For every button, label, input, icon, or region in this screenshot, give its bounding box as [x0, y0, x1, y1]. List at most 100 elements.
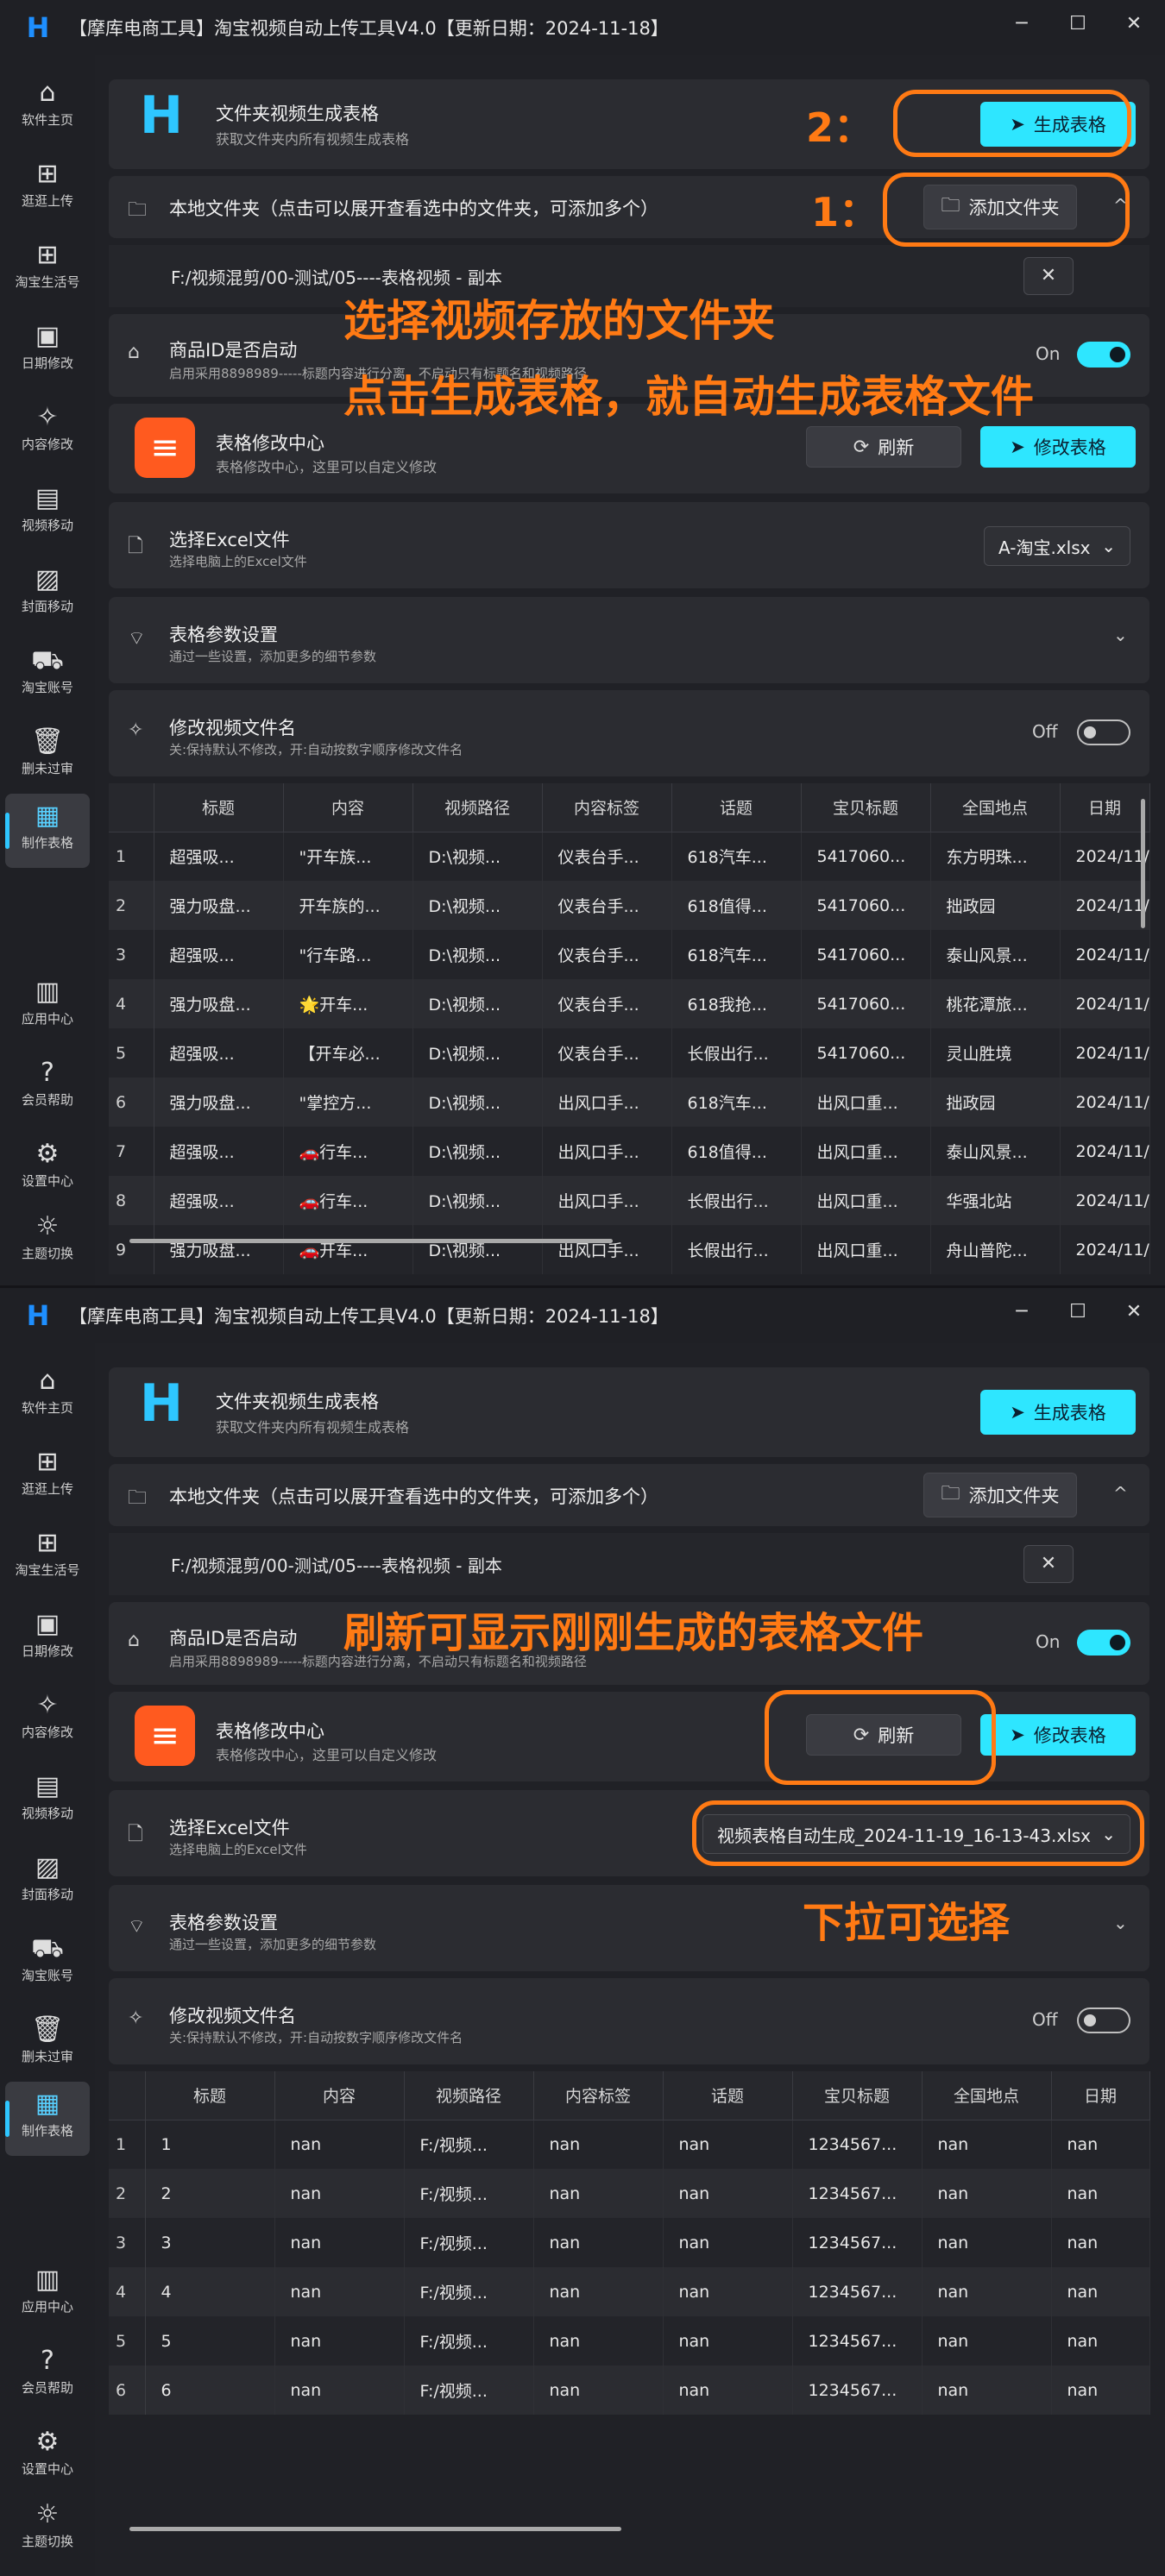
table-cell[interactable]: nan: [274, 2267, 405, 2316]
table-cell[interactable]: 强力吸盘...: [154, 1225, 284, 1274]
table-cell[interactable]: 超强吸...: [154, 832, 284, 881]
table-cell[interactable]: 长假出行...: [671, 1028, 802, 1078]
chevron-down-icon[interactable]: ⌄: [1113, 625, 1128, 645]
table-cell[interactable]: 1234567...: [792, 2366, 923, 2415]
edit-table-button[interactable]: ➤ 修改表格: [980, 426, 1136, 468]
sidebar-item-member-help[interactable]: ? 会员帮助: [5, 2339, 90, 2413]
table-cell[interactable]: nan: [663, 2169, 793, 2218]
table-cell[interactable]: nan: [663, 2120, 793, 2169]
sidebar-item-stroll-upload[interactable]: ⊞ 逛逛上传: [5, 1440, 90, 1514]
sidebar-item-date-edit[interactable]: ▣ 日期修改: [5, 1602, 90, 1676]
table-row[interactable]: 6 6 nan F:/视频... nan nan 1234567... nan nan: [109, 2366, 1150, 2415]
table-cell[interactable]: 1234567...: [792, 2316, 923, 2366]
sidebar-item-life-account[interactable]: ⊞ 淘宝生活号: [5, 1521, 90, 1595]
goods-id-toggle[interactable]: [1077, 342, 1130, 368]
table-cell[interactable]: F:/视频...: [404, 2218, 534, 2267]
sidebar-item-member-help[interactable]: ? 会员帮助: [5, 1051, 90, 1125]
table-cell[interactable]: 2024/11/: [1060, 1225, 1150, 1274]
sidebar-item-video-move[interactable]: ▤ 视频移动: [5, 1764, 90, 1838]
sidebar-item-make-table[interactable]: ▦ 制作表格: [5, 2082, 90, 2156]
table-cell[interactable]: F:/视频...: [404, 2267, 534, 2316]
table-cell[interactable]: 出风口重...: [801, 1078, 931, 1127]
table-row[interactable]: 4 4 nan F:/视频... nan nan 1234567... nan nan: [109, 2267, 1150, 2316]
col-header[interactable]: 宝贝标题: [792, 2071, 923, 2120]
table-row[interactable]: 9 强力吸盘... 🚗开车... D:\视频... 出风口手... 长假出行... 出风口重…: [109, 1225, 1150, 1274]
table-cell[interactable]: nan: [533, 2366, 664, 2415]
table-cell[interactable]: nan: [663, 2218, 793, 2267]
table-cell[interactable]: 开车族的...: [283, 881, 413, 930]
table-cell[interactable]: 2: [145, 2169, 275, 2218]
table-row[interactable]: 1 1 nan F:/视频... nan nan 1234567... nan nan: [109, 2120, 1150, 2169]
col-header[interactable]: 话题: [663, 2071, 793, 2120]
sidebar-item-theme[interactable]: ☼ 主题切换: [5, 2492, 90, 2567]
table-cell[interactable]: nan: [274, 2120, 405, 2169]
remove-folder-button[interactable]: ✕: [1023, 257, 1074, 295]
sidebar-item-date-edit[interactable]: ▣ 日期修改: [5, 314, 90, 388]
table-row[interactable]: 1 超强吸... "开车族... D:\视频... 仪表台手... 618汽车... 541…: [109, 832, 1150, 881]
table-cell[interactable]: 618汽车...: [671, 930, 802, 979]
table-row[interactable]: 6 强力吸盘... "掌控方... D:\视频... 出风口手... 618汽车... 出风…: [109, 1078, 1150, 1127]
maximize-button[interactable]: ☐: [1057, 7, 1099, 41]
table-cell[interactable]: nan: [533, 2169, 664, 2218]
table-cell[interactable]: F:/视频...: [404, 2120, 534, 2169]
table-row[interactable]: 4 强力吸盘... 🌟开车... D:\视频... 仪表台手... 618我抢... 541…: [109, 979, 1150, 1028]
refresh-button[interactable]: ⟳ 刷新: [806, 426, 961, 468]
table-cell[interactable]: D:\视频...: [412, 1078, 543, 1127]
sidebar-item-taobao-account[interactable]: ⛟ 淘宝账号: [5, 638, 90, 713]
table-cell[interactable]: 618汽车...: [671, 832, 802, 881]
col-header[interactable]: 内容标签: [542, 783, 672, 832]
table-cell[interactable]: 1: [145, 2120, 275, 2169]
vertical-scrollbar[interactable]: [1141, 799, 1145, 928]
table-cell[interactable]: nan: [533, 2316, 664, 2366]
table-row[interactable]: 3 超强吸... "行车路... D:\视频... 仪表台手... 618汽车... 541…: [109, 930, 1150, 979]
table-cell[interactable]: 强力吸盘...: [154, 979, 284, 1028]
table-cell[interactable]: nan: [663, 2316, 793, 2366]
horizontal-scrollbar[interactable]: [129, 2527, 621, 2531]
table-cell[interactable]: 桃花潭旅...: [930, 979, 1061, 1028]
add-folder-button[interactable]: 🗀 添加文件夹: [923, 1473, 1077, 1517]
col-header[interactable]: 视频路径: [412, 783, 543, 832]
table-cell[interactable]: 2024/11/: [1060, 930, 1150, 979]
rename-toggle[interactable]: [1077, 2007, 1130, 2033]
table-row[interactable]: 7 超强吸... 🚗行车... D:\视频... 出风口手... 618值得... 出风口重…: [109, 1127, 1150, 1176]
table-cell[interactable]: 长假出行...: [671, 1225, 802, 1274]
table-cell[interactable]: 强力吸盘...: [154, 881, 284, 930]
sidebar-item-cover-move[interactable]: ▨ 封面移动: [5, 1845, 90, 1919]
table-cell[interactable]: F:/视频...: [404, 2316, 534, 2366]
minimize-button[interactable]: ─: [1001, 7, 1042, 41]
goods-id-toggle[interactable]: [1077, 1630, 1130, 1656]
table-cell[interactable]: nan: [274, 2169, 405, 2218]
table-cell[interactable]: 拙政园: [930, 881, 1061, 930]
table-cell[interactable]: 4: [145, 2267, 275, 2316]
table-cell[interactable]: "行车路...: [283, 930, 413, 979]
table-cell[interactable]: 舟山普陀...: [930, 1225, 1061, 1274]
sidebar-item-delete-rejected[interactable]: 🗑 删未过审: [5, 2007, 90, 2082]
col-header[interactable]: 日期: [1051, 2071, 1150, 2120]
table-cell[interactable]: 5417060...: [801, 930, 931, 979]
table-cell[interactable]: nan: [1051, 2218, 1150, 2267]
rename-toggle[interactable]: [1077, 719, 1130, 745]
sidebar-item-life-account[interactable]: ⊞ 淘宝生活号: [5, 233, 90, 307]
generate-table-button[interactable]: ➤ 生成表格: [980, 1390, 1136, 1435]
table-cell[interactable]: 出风口手...: [542, 1127, 672, 1176]
table-cell[interactable]: 强力吸盘...: [154, 1078, 284, 1127]
table-cell[interactable]: D:\视频...: [412, 979, 543, 1028]
table-cell[interactable]: nan: [922, 2316, 1052, 2366]
table-cell[interactable]: 灵山胜境: [930, 1028, 1061, 1078]
col-header[interactable]: 内容: [274, 2071, 405, 2120]
table-cell[interactable]: nan: [533, 2218, 664, 2267]
sidebar-item-taobao-account[interactable]: ⛟ 淘宝账号: [5, 1926, 90, 2001]
table-cell[interactable]: nan: [533, 2120, 664, 2169]
table-cell[interactable]: 🚗行车...: [283, 1176, 413, 1225]
table-cell[interactable]: 1234567...: [792, 2218, 923, 2267]
table-cell[interactable]: 【开车必...: [283, 1028, 413, 1078]
table-cell[interactable]: nan: [663, 2366, 793, 2415]
excel-file-dropdown[interactable]: A-淘宝.xlsx ⌄: [984, 526, 1130, 566]
table-cell[interactable]: 超强吸...: [154, 1176, 284, 1225]
edit-table-button[interactable]: ➤ 修改表格: [980, 1714, 1136, 1756]
table-cell[interactable]: 仪表台手...: [542, 1028, 672, 1078]
col-header[interactable]: 宝贝标题: [801, 783, 931, 832]
table-cell[interactable]: 🚗行车...: [283, 1127, 413, 1176]
table-cell[interactable]: 5417060...: [801, 832, 931, 881]
table-cell[interactable]: 5417060...: [801, 979, 931, 1028]
